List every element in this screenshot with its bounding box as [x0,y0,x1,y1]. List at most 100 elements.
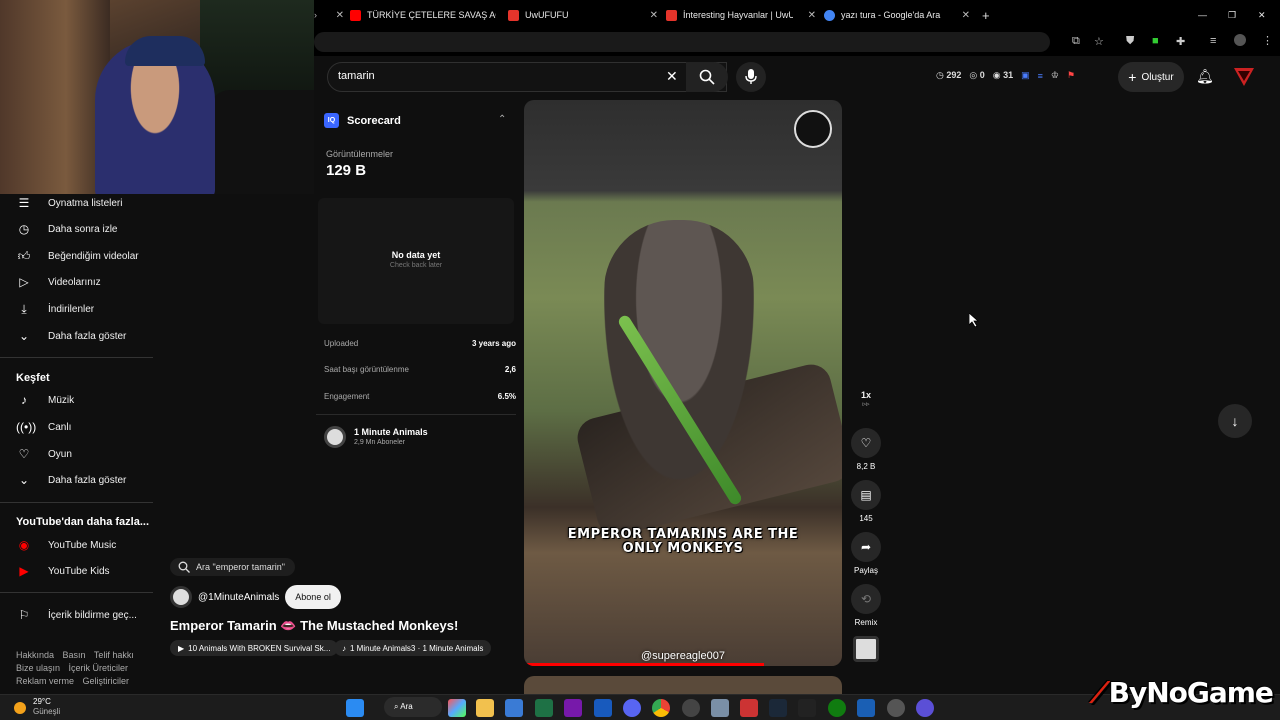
subscribe-button[interactable]: Abone ol [285,585,341,609]
app-purple-icon[interactable] [916,699,934,717]
copilot-icon[interactable] [448,699,466,717]
steam-icon[interactable] [769,699,787,717]
onenote-icon[interactable] [564,699,582,717]
sidebar-item-playlists[interactable]: ☰ Oynatma listeleri [0,190,160,216]
extensions-puzzle-icon[interactable]: ✚ [1176,35,1185,48]
word-icon[interactable] [594,699,612,717]
channel-avatar[interactable] [324,426,346,448]
sidebar-explore-show-more[interactable]: ⌄ Daha fazla göster [0,467,160,493]
comments-button[interactable]: ▤ 145 [850,480,882,523]
footer-link[interactable]: Geliştiriciler [83,676,130,686]
weather-temp[interactable]: 29°C [33,697,51,706]
channel-name[interactable]: 1 Minute Animals [354,427,428,437]
epic-games-icon[interactable] [798,699,816,717]
channel-handle[interactable]: @1MinuteAnimals [198,592,279,603]
sidebar-item-gaming[interactable]: ♡ Oyun [0,441,160,467]
close-window-icon[interactable]: ✕ [1258,4,1270,26]
sidebar-item-youtube-kids[interactable]: ▶ YouTube Kids [0,558,160,584]
search-box[interactable]: ✕ [327,62,727,92]
sidebar-item-watch-later[interactable]: ◷ Daha sonra izle [0,216,160,242]
extension-iq-icon[interactable]: ▣ [1021,70,1030,81]
tab-3[interactable]: İnteresting Hayvanlar | UwUFUFU ✕ [666,4,816,26]
footer-link[interactable]: Telif hakkı [94,650,134,660]
like-button[interactable]: ♡ 8,2 B [850,428,882,471]
media-controls-icon[interactable]: ≡ [1210,35,1216,47]
discord-icon[interactable] [623,699,641,717]
file-explorer-icon[interactable] [476,699,494,717]
minimize-icon[interactable]: — [1198,4,1210,26]
taskbar-search[interactable]: ⌕ Ara [384,697,442,717]
url-field[interactable] [314,32,1050,52]
extension-list-icon[interactable]: ≡ [1038,71,1043,81]
sound-chip[interactable]: ♪ 1 Minute Animals3 · 1 Minute Animals [334,640,492,656]
restore-icon[interactable]: ❐ [1228,4,1240,26]
collapse-chevron-icon[interactable]: ⌃ [498,114,506,125]
app-icon[interactable] [887,699,905,717]
new-tab-button[interactable]: + [982,4,996,26]
sound-thumbnail[interactable] [853,636,879,662]
channel-avatar[interactable] [170,586,192,608]
tab-3-close-icon[interactable]: ✕ [808,10,816,21]
extension-alert-icon[interactable]: ⚑ [1067,70,1075,81]
snipping-tool-icon[interactable] [740,699,758,717]
account-avatar[interactable] [1234,68,1254,86]
footer-link[interactable]: Bize ulaşın [16,663,60,673]
sidebar-show-more[interactable]: ⌄ Daha fazla göster [0,323,160,349]
weather-desc[interactable]: Güneşli [33,707,60,716]
extension-trophy-icon[interactable]: ♔ [1051,70,1059,81]
tab-partial[interactable]: › ✕ [314,4,344,26]
install-app-icon[interactable]: ⧉ [1072,35,1080,48]
sidebar-item-report[interactable]: ⚐ İçerik bildirme geç... [0,602,160,628]
search-button[interactable] [686,62,728,92]
view-stat: ◉ 31 [992,70,1014,80]
playback-speed-button[interactable]: 1x ▹▹ [850,390,882,408]
tab-4-close-icon[interactable]: ✕ [962,10,970,21]
chrome-icon[interactable] [652,699,670,717]
shield-extension-icon[interactable]: ⛊ [1126,35,1134,48]
excel-icon[interactable] [535,699,553,717]
next-video-button[interactable]: ↓ [1218,404,1252,438]
store-icon[interactable] [505,699,523,717]
sidebar-item-live[interactable]: ((•)) Canlı [0,414,160,440]
clear-search-icon[interactable]: ✕ [666,68,678,85]
tab-2-close-icon[interactable]: ✕ [650,10,658,21]
voice-search-button[interactable] [736,62,766,92]
tab-4[interactable]: yazı tura - Google'da Ara ✕ [824,4,970,26]
notifications-bell-icon[interactable]: 🔔︎ [1196,68,1214,85]
chevron-down-icon: ⌄ [18,473,30,487]
tab-2[interactable]: UwUFUFU ✕ [508,4,658,26]
create-button[interactable]: + Oluştur [1118,62,1184,92]
remix-button[interactable]: ⟲ Remix [850,584,882,627]
sidebar-item-downloads[interactable]: ⤓ İndirilenler [0,296,160,322]
browser-menu-icon[interactable]: ⋮ [1262,34,1273,47]
video-progress-bar[interactable] [524,663,764,666]
green-extension-icon[interactable]: ■ [1152,35,1159,47]
footer-link[interactable]: Basın [63,650,86,660]
search-input[interactable] [338,70,658,82]
obs-icon[interactable] [682,699,700,717]
tab-close-icon[interactable]: ✕ [336,10,344,21]
playlist-chip[interactable]: ▶ 10 Animals With BROKEN Survival Sk... [170,640,339,656]
sidebar-item-youtube-music[interactable]: ◉ YouTube Music [0,532,160,558]
tab-1[interactable]: TÜRKİYE ÇETELERE SAVAŞ AÇTI ✕ [350,4,496,26]
sidebar-item-your-videos[interactable]: ▷ Videolarınız [0,269,160,295]
battlenet-icon[interactable] [857,699,875,717]
footer-link[interactable]: İçerik Üreticiler [69,663,129,673]
profile-avatar-icon[interactable] [1234,34,1246,46]
play-icon: ▷ [19,275,29,289]
xbox-icon[interactable] [828,699,846,717]
ask-search-chip[interactable]: Ara "emperor tamarin" [170,558,295,576]
row-value: 2,6 [504,365,516,374]
short-video-player[interactable] [524,100,842,666]
video-title[interactable]: Emperor Tamarin 👄 The Mustached Monkeys! [170,618,458,634]
footer-link[interactable]: Hakkında [16,650,54,660]
windows-start-icon[interactable] [346,699,364,717]
footer-link[interactable]: Reklam verme [16,676,74,686]
next-short-preview[interactable] [524,676,842,694]
share-button[interactable]: ➦ Paylaş [850,532,882,575]
sidebar-item-liked-videos[interactable]: 👍︎ Beğendiğim videolar [0,243,160,269]
weather-sun-icon[interactable] [14,702,26,714]
calculator-icon[interactable] [711,699,729,717]
bookmark-star-icon[interactable]: ☆ [1094,35,1104,48]
sidebar-item-music[interactable]: ♪ Müzik [0,387,160,413]
